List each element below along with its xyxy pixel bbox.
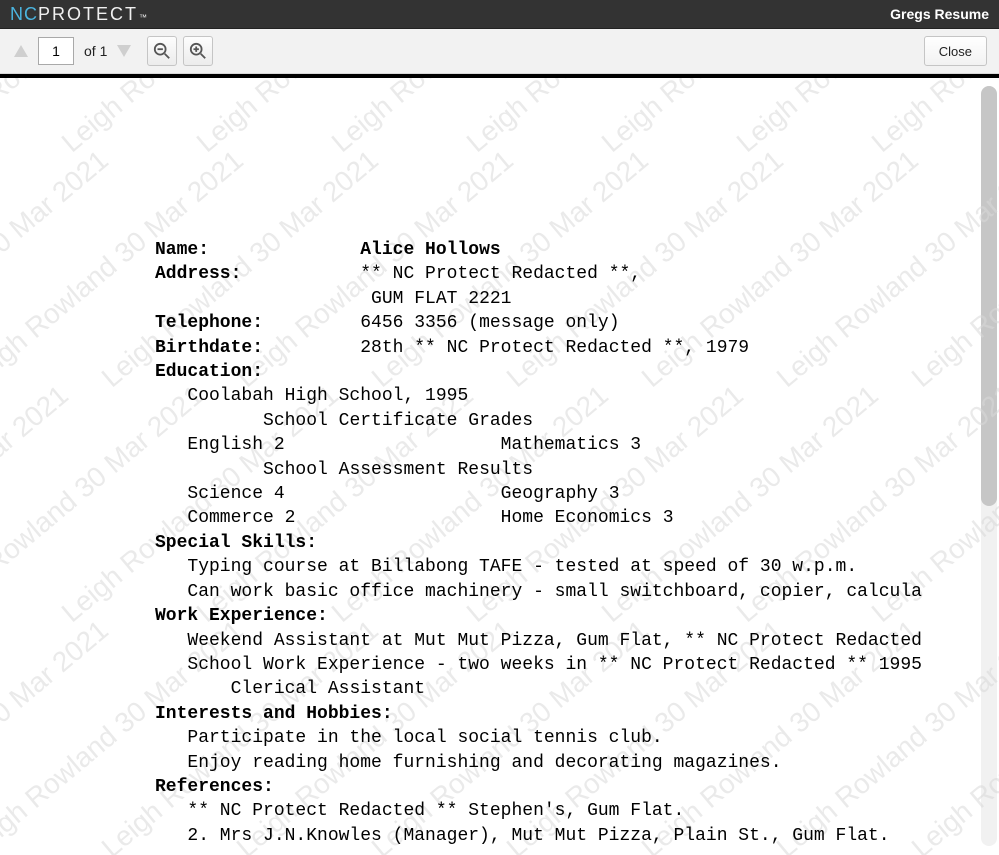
refs-line1: ** NC Protect Redacted ** Stephen's, Gum… xyxy=(187,801,684,821)
triangle-down-icon xyxy=(116,44,132,58)
edu-line5b: Geography 3 xyxy=(501,484,620,504)
edu-line3a: English 2 xyxy=(187,435,284,455)
phone-value: 6456 3356 (message only) xyxy=(360,313,619,333)
document-title: Gregs Resume xyxy=(890,6,989,22)
close-button-label: Close xyxy=(939,44,972,59)
hobbies-line1: Participate in the local social tennis c… xyxy=(187,728,662,748)
work-line3: Clerical Assistant xyxy=(231,679,425,699)
zoom-group xyxy=(147,36,213,66)
work-line1: Weekend Assistant at Mut Mut Pizza, Gum … xyxy=(187,631,922,651)
triangle-up-icon xyxy=(13,44,29,58)
document-content: Name: Alice Hollows Address: ** NC Prote… xyxy=(0,78,999,855)
edu-line4: School Assessment Results xyxy=(263,460,533,480)
hobbies-line2: Enjoy reading home furnishing and decora… xyxy=(187,753,781,773)
zoom-in-icon xyxy=(189,42,207,60)
zoom-out-button[interactable] xyxy=(147,36,177,66)
edu-line1: Coolabah High School, 1995 xyxy=(187,386,468,406)
birth-label: Birthdate: xyxy=(155,338,263,358)
address-line2: GUM FLAT 2221 xyxy=(371,289,511,309)
refs-label: References: xyxy=(155,777,274,797)
edu-line3b: Mathematics 3 xyxy=(501,435,641,455)
toolbar: of 1 Close xyxy=(0,29,999,74)
brand-tm: ™ xyxy=(139,13,147,22)
title-bar: NC PROTECT ™ Gregs Resume xyxy=(0,0,999,29)
address-line1: ** NC Protect Redacted **, xyxy=(360,264,641,284)
skills-label: Special Skills: xyxy=(155,533,317,553)
work-line2: School Work Experience - two weeks in **… xyxy=(187,655,922,675)
page-number-input[interactable] xyxy=(38,37,74,65)
brand-logo: NC PROTECT ™ xyxy=(10,4,147,25)
education-label: Education: xyxy=(155,362,263,382)
name-value: Alice Hollows xyxy=(360,240,500,260)
page-of-label: of 1 xyxy=(84,43,107,59)
phone-label: Telephone: xyxy=(155,313,263,333)
address-label: Address: xyxy=(155,264,241,284)
refs-line2: 2. Mrs J.N.Knowles (Manager), Mut Mut Pi… xyxy=(187,826,889,846)
brand-protect: PROTECT xyxy=(38,4,138,25)
zoom-out-icon xyxy=(153,42,171,60)
edu-line5a: Science 4 xyxy=(187,484,284,504)
close-button[interactable]: Close xyxy=(924,36,987,66)
next-page-button[interactable] xyxy=(115,42,133,60)
name-label: Name: xyxy=(155,240,209,260)
zoom-in-button[interactable] xyxy=(183,36,213,66)
prev-page-button[interactable] xyxy=(12,42,30,60)
hobbies-label: Interests and Hobbies: xyxy=(155,704,393,724)
document-viewer: Leigh Rowland 30 Mar 2021Leigh Rowland 3… xyxy=(0,78,999,855)
brand-nc: NC xyxy=(10,4,38,25)
work-label: Work Experience: xyxy=(155,606,328,626)
birth-value: 28th ** NC Protect Redacted **, 1979 xyxy=(360,338,749,358)
edu-line2: School Certificate Grades xyxy=(263,411,533,431)
skills-line2: Can work basic office machinery - small … xyxy=(187,582,922,602)
edu-line6a: Commerce 2 xyxy=(187,508,295,528)
skills-line1: Typing course at Billabong TAFE - tested… xyxy=(187,557,857,577)
edu-line6b: Home Economics 3 xyxy=(501,508,674,528)
